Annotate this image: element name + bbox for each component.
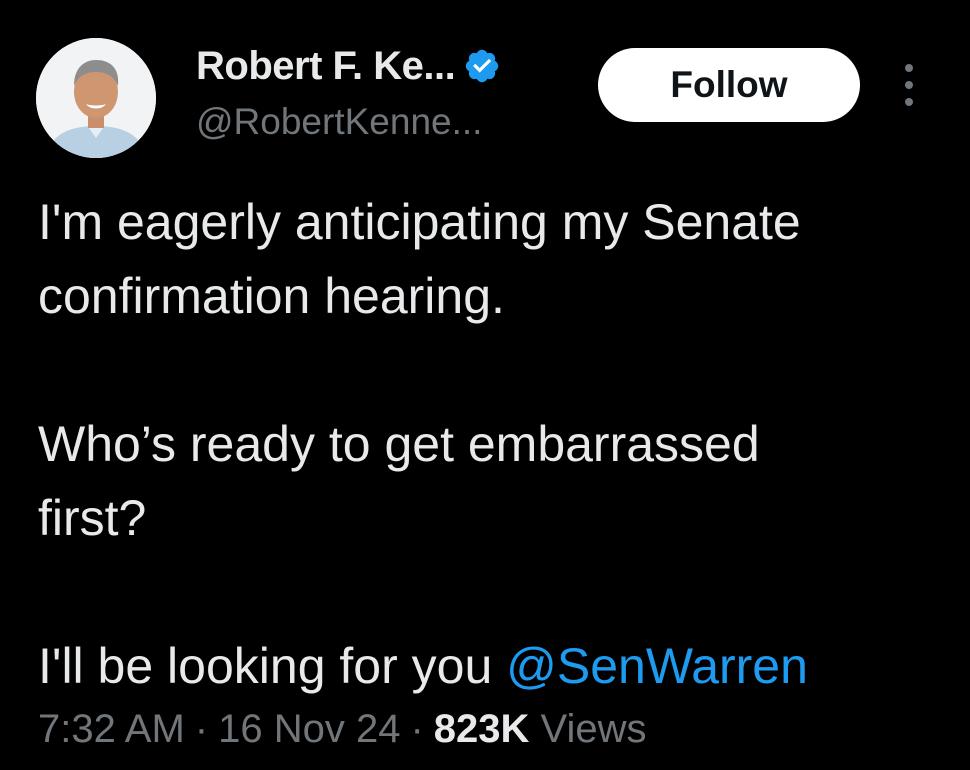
tweet-line: I'm eagerly anticipating my Senate xyxy=(38,194,801,250)
meta-separator: · xyxy=(194,707,209,751)
tweet-line-text: I'll be looking for you xyxy=(38,638,507,694)
tweet-time[interactable]: 7:32 AM xyxy=(38,707,185,751)
more-dot xyxy=(905,98,913,106)
tweet-line: first? xyxy=(38,490,147,546)
views-count[interactable]: 823K xyxy=(434,707,530,751)
more-dot xyxy=(905,64,913,72)
author-display-name[interactable]: Robert F. Ke... xyxy=(196,40,456,92)
verified-badge-icon[interactable] xyxy=(463,47,501,85)
tweet-meta: 7:32 AM · 16 Nov 24 · 823K Views xyxy=(38,702,646,756)
tweet-date[interactable]: 16 Nov 24 xyxy=(218,707,400,751)
tweet-line-with-mention: I'll be looking for you @SenWarren xyxy=(38,629,938,703)
more-options-icon[interactable] xyxy=(900,64,918,106)
tweet-line: confirmation hearing. xyxy=(38,268,505,324)
avatar-portrait xyxy=(36,38,156,158)
views-label: Views xyxy=(529,707,647,751)
mention-link[interactable]: @SenWarren xyxy=(506,638,808,694)
author-name-row: Robert F. Ke... xyxy=(196,40,501,92)
more-dot xyxy=(905,81,913,89)
tweet-text: I'm eagerly anticipating my Senate confi… xyxy=(38,185,938,703)
meta-separator: · xyxy=(410,707,424,751)
tweet-line: Who’s ready to get embarrassed xyxy=(38,416,760,472)
follow-button[interactable]: Follow xyxy=(598,48,860,122)
author-handle[interactable]: @RobertKenne... xyxy=(196,98,482,146)
author-avatar[interactable] xyxy=(36,38,156,158)
